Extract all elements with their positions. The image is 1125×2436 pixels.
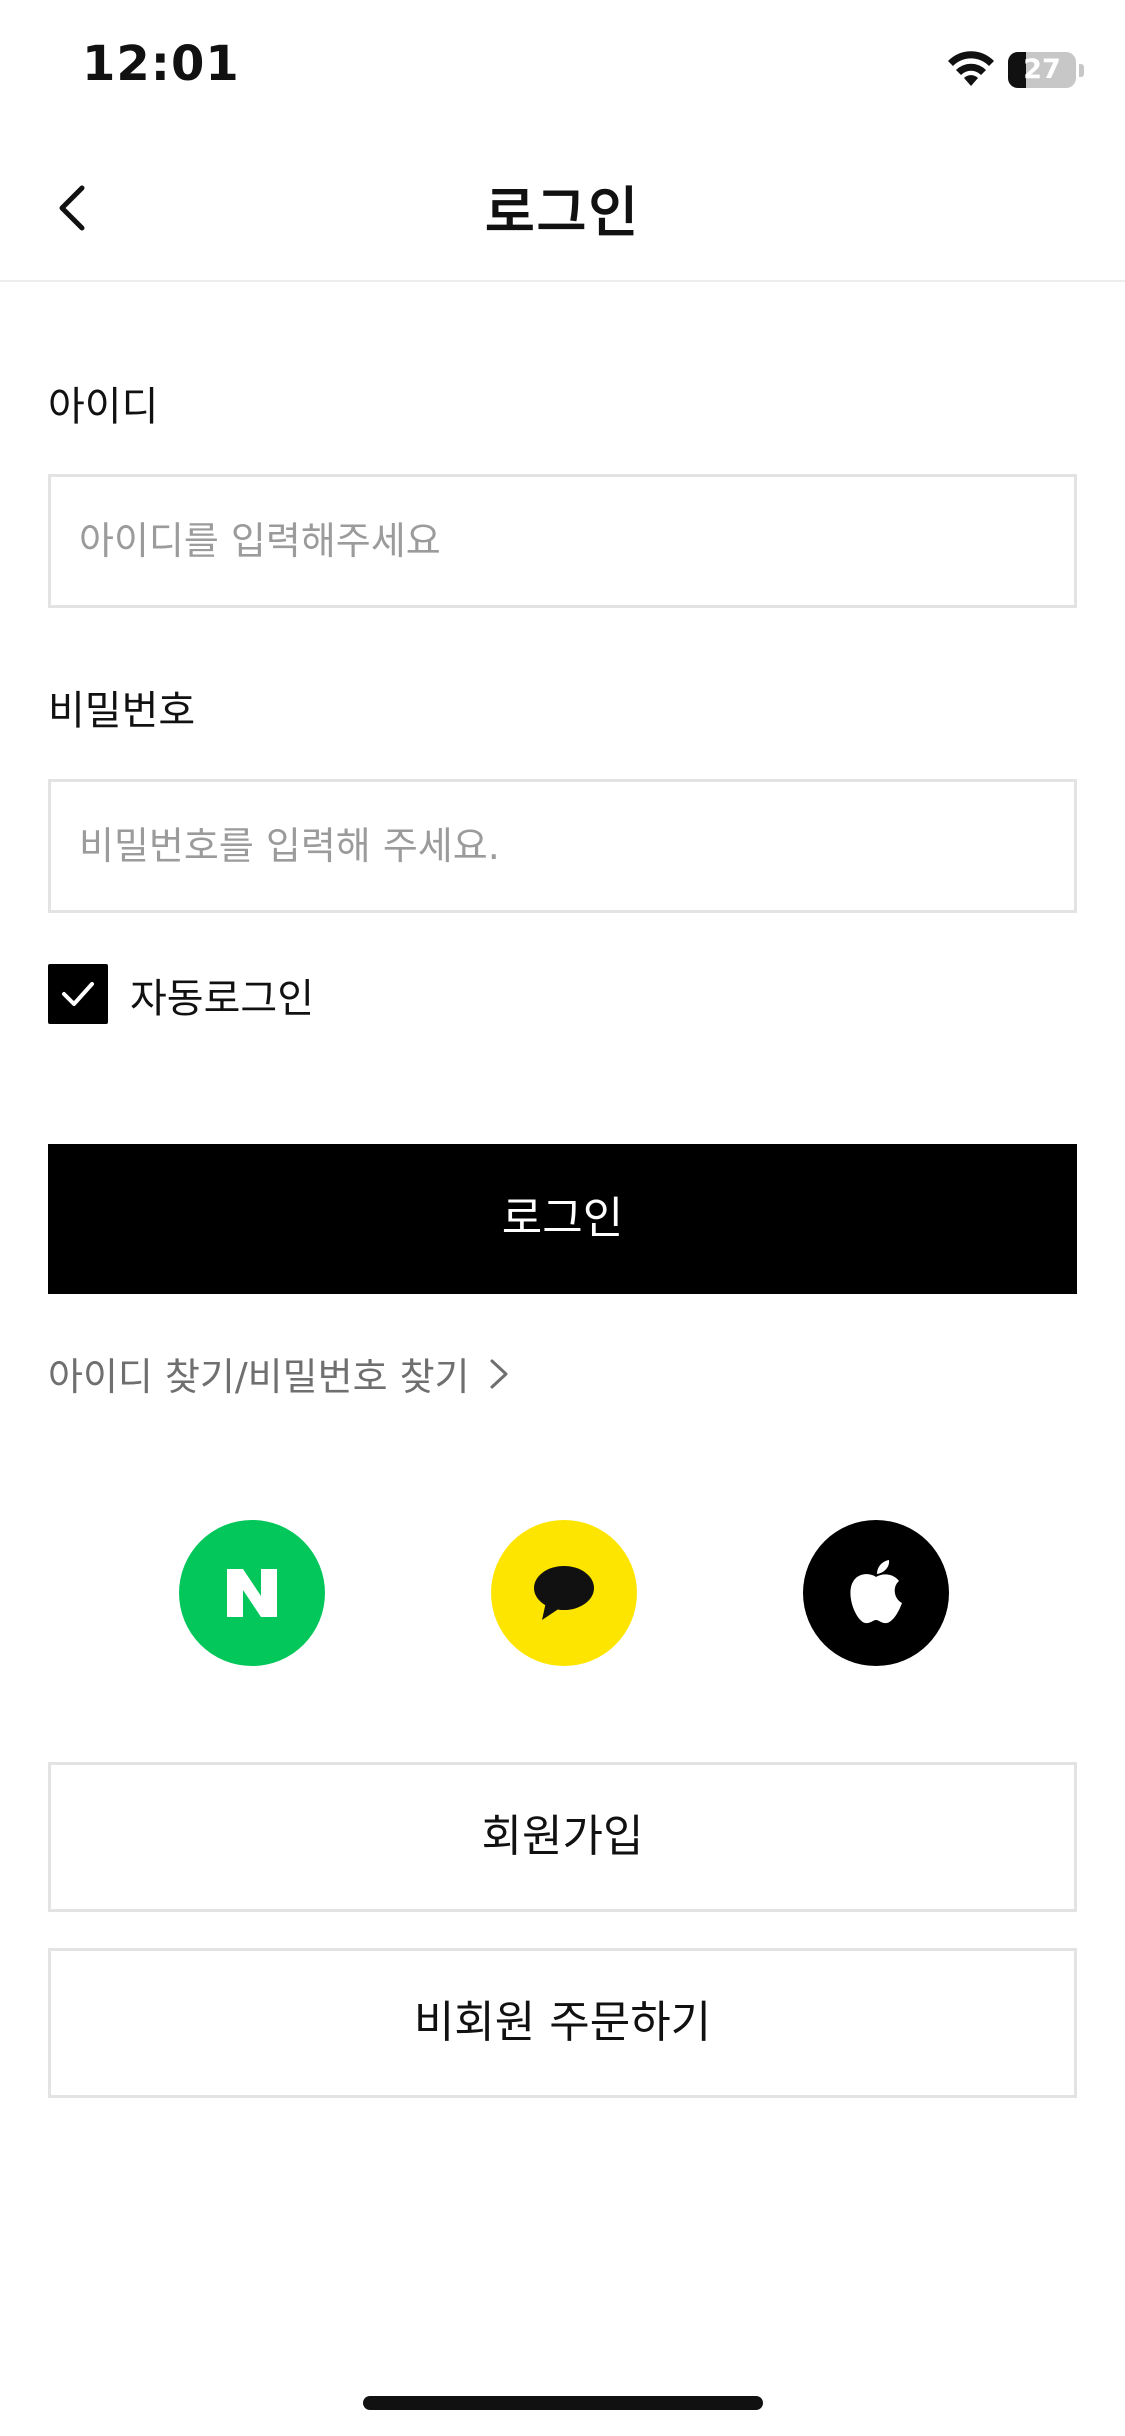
- login-button[interactable]: 로그인: [48, 1144, 1077, 1294]
- id-label: 아이디: [48, 384, 159, 430]
- id-input[interactable]: [48, 474, 1077, 608]
- login-screen: 12:01 27 로그인 아이디 비밀번호 자동로그인 로그인 아이디 찾기/비…: [0, 0, 1125, 2436]
- checkmark-icon: [62, 982, 94, 1006]
- auto-login-checkbox[interactable]: [48, 964, 108, 1024]
- battery-level: 27: [1023, 54, 1061, 85]
- find-id-password-link[interactable]: 아이디 찾기/비밀번호 찾기: [48, 1346, 510, 1401]
- password-label: 비밀번호: [48, 688, 196, 734]
- signup-button[interactable]: 회원가입: [48, 1762, 1077, 1912]
- page-title: 로그인: [484, 181, 641, 244]
- auto-login-label[interactable]: 자동로그인: [130, 966, 314, 1024]
- header-divider: [0, 280, 1125, 282]
- battery-cap: [1079, 64, 1084, 77]
- naver-n-icon: [227, 1569, 277, 1617]
- kakao-login-button[interactable]: [491, 1520, 637, 1666]
- guest-order-button[interactable]: 비회원 주문하기: [48, 1948, 1077, 2098]
- kakao-speech-bubble-icon: [534, 1566, 594, 1620]
- apple-login-button[interactable]: [803, 1520, 949, 1666]
- naver-login-button[interactable]: [179, 1520, 325, 1666]
- apple-logo-icon: [850, 1560, 902, 1624]
- chevron-right-icon: [490, 1359, 508, 1388]
- status-time: 12:01: [82, 36, 240, 92]
- battery-icon: 27: [1008, 52, 1076, 88]
- home-indicator: [363, 2396, 763, 2410]
- wifi-icon: [948, 51, 994, 86]
- password-input[interactable]: [48, 779, 1077, 913]
- find-link-label: 아이디 찾기/비밀번호 찾기: [48, 1355, 470, 1399]
